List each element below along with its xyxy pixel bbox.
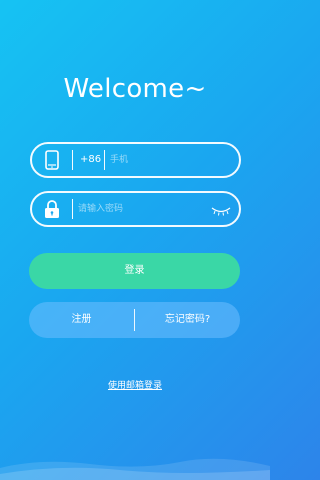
email-login-link[interactable]: 使用邮箱登录 [0, 378, 270, 391]
password-input[interactable]: 请输入密码 [78, 193, 123, 225]
login-button[interactable]: 登录 [29, 253, 240, 289]
phone-field[interactable]: +86 手机 [30, 142, 241, 178]
eye-closed-icon[interactable] [211, 202, 231, 221]
lock-icon [32, 193, 72, 225]
password-field[interactable]: 请输入密码 [30, 191, 241, 227]
phone-icon [32, 144, 72, 176]
divider [72, 199, 73, 219]
wave-decoration [0, 458, 270, 480]
register-button[interactable]: 注册 [29, 302, 134, 338]
divider [72, 150, 73, 170]
divider [104, 150, 105, 170]
page-title: Welcome~ [63, 74, 207, 104]
country-code[interactable]: +86 [80, 144, 101, 176]
forgot-password-button[interactable]: 忘记密码? [135, 302, 240, 338]
phone-input[interactable]: 手机 [110, 144, 128, 176]
register-forgot-bar: 注册 忘记密码? [29, 302, 240, 338]
